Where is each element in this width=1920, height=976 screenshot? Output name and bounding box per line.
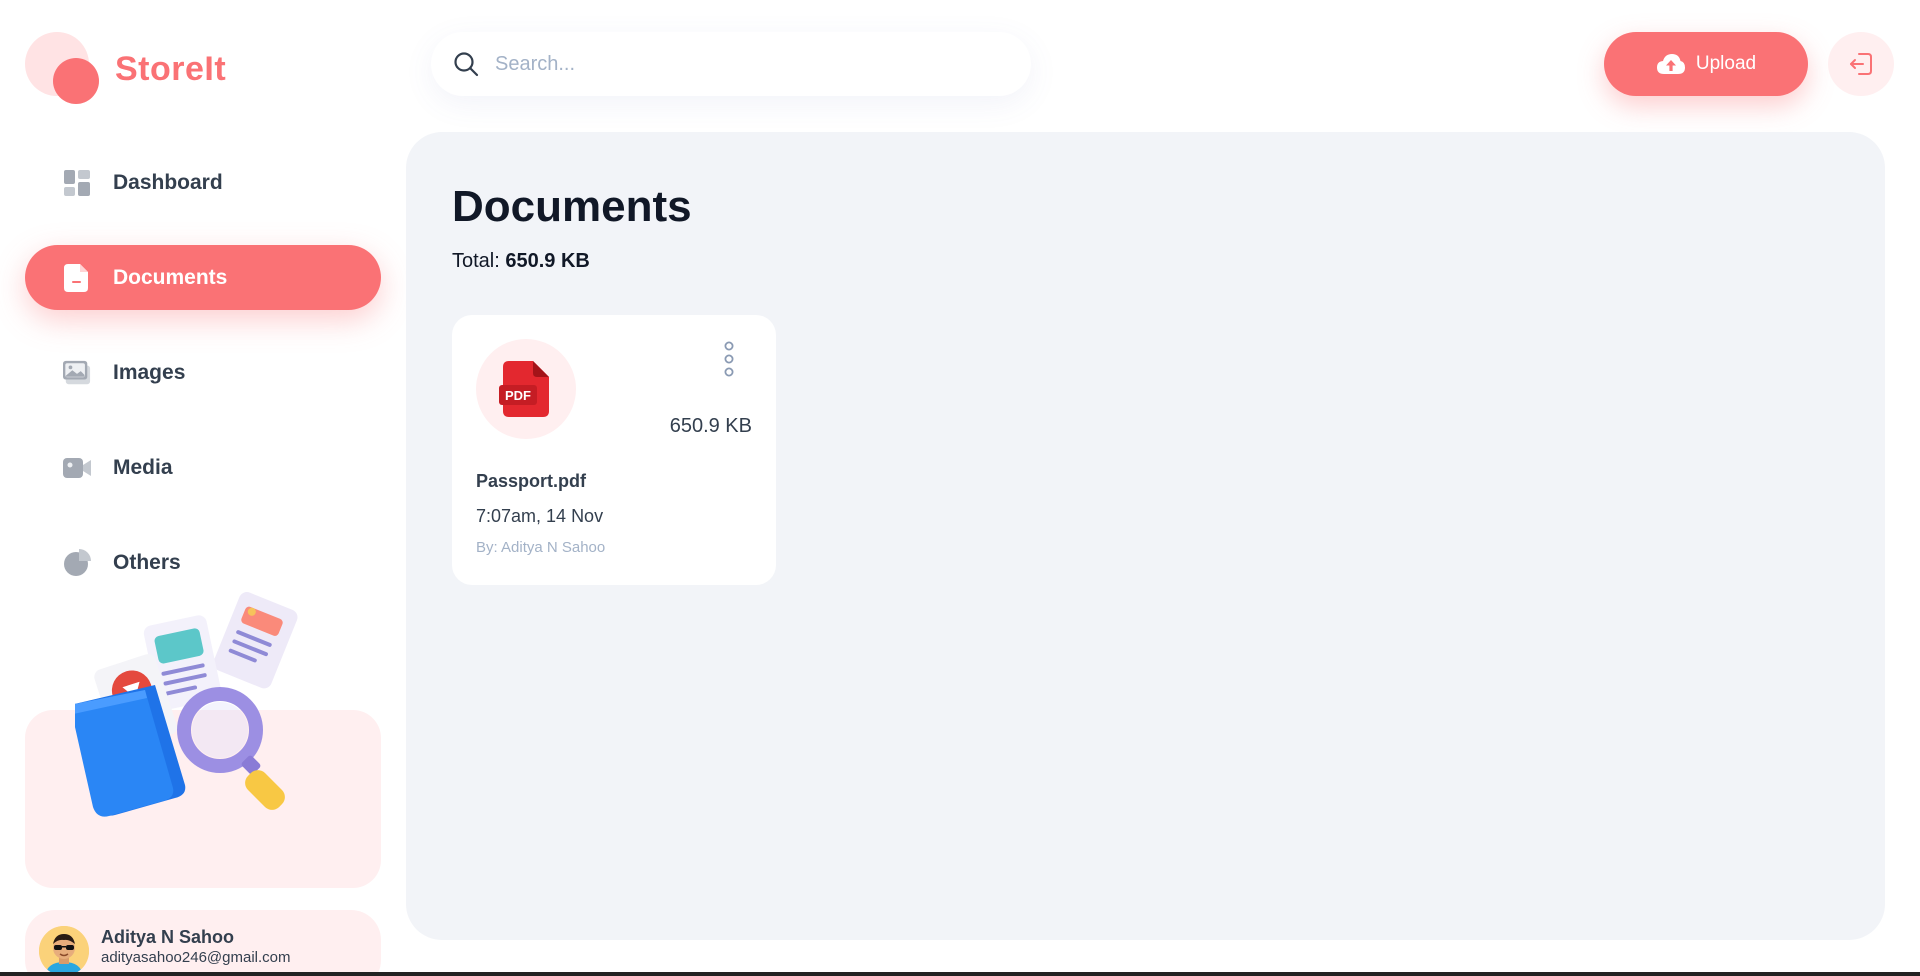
sidebar-item-label: Documents <box>113 265 228 289</box>
total-size: Total: 650.9 KB <box>452 250 590 273</box>
sidebar-item-label: Dashboard <box>113 170 223 194</box>
total-label: Total: <box>452 250 500 272</box>
documents-icon <box>63 263 91 292</box>
logo-text: StoreIt <box>115 49 227 88</box>
file-card[interactable]: PDF 650.9 KB Passport.pdf 7:07am, 14 Nov… <box>452 315 776 585</box>
search-input[interactable] <box>495 52 1015 76</box>
logo-mark-icon <box>25 32 101 106</box>
file-thumbnail: PDF <box>476 339 576 439</box>
avatar[interactable] <box>39 926 89 976</box>
sidebar: StoreIt Dashboard Documents Images Media… <box>0 0 400 976</box>
folder-illustration-icon <box>75 592 298 817</box>
sidebar-item-label: Images <box>113 360 186 384</box>
total-value: 650.9 KB <box>505 250 590 272</box>
sidebar-item-media[interactable]: Media <box>25 435 381 500</box>
dashboard-icon <box>63 169 91 197</box>
search-icon <box>453 51 479 77</box>
page-title: Documents <box>452 182 692 231</box>
pdf-file-icon: PDF <box>499 361 549 417</box>
logout-button[interactable] <box>1828 32 1894 96</box>
user-name: Aditya N Sahoo <box>101 927 235 947</box>
main-content: Documents Total: 650.9 KB PDF 650.9 KB P… <box>406 132 1885 940</box>
sidebar-item-images[interactable]: Images <box>25 340 381 405</box>
sidebar-nav: Dashboard Documents Images Media Others <box>25 150 381 625</box>
sidebar-item-others[interactable]: Others <box>25 530 381 595</box>
sidebar-item-dashboard[interactable]: Dashboard <box>25 150 381 215</box>
search-bar[interactable] <box>431 32 1031 96</box>
sidebar-item-label: Media <box>113 455 173 479</box>
others-icon <box>63 548 91 577</box>
sidebar-item-label: Others <box>113 550 181 574</box>
images-icon <box>63 359 91 387</box>
window-bottom-edge <box>0 972 1920 976</box>
cloud-upload-icon <box>1656 53 1686 75</box>
file-owner: By: Aditya N Sahoo <box>476 539 606 556</box>
user-card[interactable]: Aditya N Sahoo adityasahoo246@gmail.com <box>25 910 381 976</box>
user-email: adityasahoo246@gmail.com <box>101 949 291 966</box>
logout-icon <box>1848 51 1874 77</box>
pdf-badge-text: PDF <box>505 388 531 403</box>
app-root: StoreIt Dashboard Documents Images Media… <box>0 0 1920 976</box>
user-info: Aditya N Sahoo adityasahoo246@gmail.com <box>101 926 291 968</box>
upload-button[interactable]: Upload <box>1604 32 1808 96</box>
media-icon <box>63 454 91 482</box>
sidebar-item-documents[interactable]: Documents <box>25 245 381 310</box>
file-name: Passport.pdf <box>476 471 587 491</box>
file-date: 7:07am, 14 Nov <box>476 506 604 526</box>
more-options-icon[interactable] <box>717 341 741 381</box>
upload-button-label: Upload <box>1695 53 1757 74</box>
logo[interactable]: StoreIt <box>25 32 325 106</box>
file-size: 650.9 KB <box>669 415 752 437</box>
